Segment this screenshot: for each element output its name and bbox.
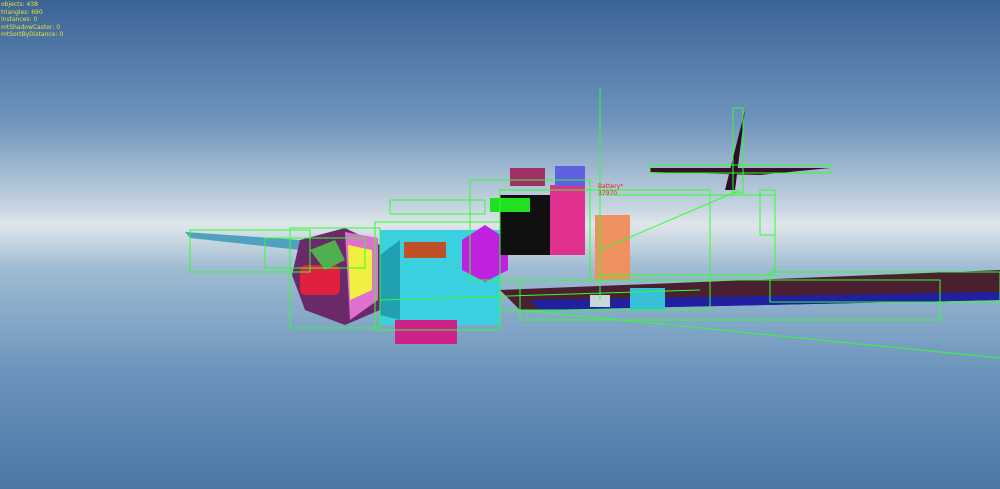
aircraft-model (185, 88, 1000, 359)
object-label-id: 37970 (598, 190, 618, 197)
object-label: Battery* 37970 (598, 183, 623, 197)
object-label-name: Battery* (598, 183, 624, 190)
3d-viewport[interactable] (0, 0, 1000, 489)
